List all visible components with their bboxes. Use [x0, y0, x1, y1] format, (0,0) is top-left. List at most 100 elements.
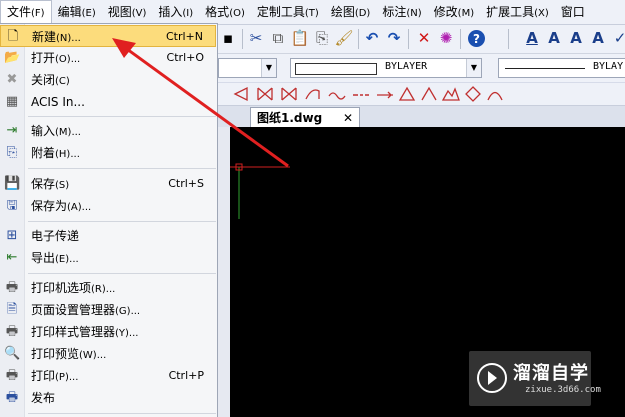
- standard-toolbar: ▪ ✂ ⧉ 📋 ⎘ 🖌 ↶ ↷ ✕ ✺ ? A A A A ✓: [218, 25, 625, 54]
- toolbar-separator: [358, 29, 359, 49]
- canvas-left-strip: [218, 127, 230, 417]
- linetype-value: BYLAYER: [385, 61, 428, 72]
- menu-modify[interactable]: 修改(M): [428, 1, 480, 23]
- lineweight-combo[interactable]: BYLAY: [498, 58, 625, 78]
- menu-item-open[interactable]: 📂 打开(O)... Ctrl+O: [0, 47, 216, 69]
- publish-icon: 🖶: [5, 390, 19, 405]
- properties-toolbar: ▼ BYLAYER ▼ BYLAY: [218, 54, 625, 82]
- text-icon[interactable]: A: [544, 28, 564, 48]
- file-menu-dropdown: 🗋 新建(N)... Ctrl+N 📂 打开(O)... Ctrl+O ✖ 关闭…: [0, 23, 218, 417]
- bowtie-icon[interactable]: [280, 85, 298, 103]
- find-text-icon[interactable]: A: [588, 28, 608, 48]
- import-icon: ⇥: [6, 123, 18, 138]
- chevron-down-icon: ▼: [466, 59, 481, 77]
- shortcut-label: Ctrl+O: [166, 51, 204, 64]
- menu-window[interactable]: 窗口: [555, 1, 591, 23]
- diamond-icon[interactable]: [464, 85, 482, 103]
- toolbar-separator: [460, 29, 461, 49]
- curve-icon[interactable]: [304, 85, 322, 103]
- menu-item-print-preview[interactable]: 🔍 打印预览(W)...: [0, 343, 216, 365]
- wave-icon[interactable]: [328, 85, 346, 103]
- menu-item-save-as[interactable]: 🖫 保存为(A)...: [0, 195, 216, 217]
- polygon-icon[interactable]: [232, 85, 250, 103]
- bowtie-icon[interactable]: [256, 85, 274, 103]
- export-icon: ⇤: [6, 250, 18, 265]
- text-style-icon[interactable]: A: [522, 28, 542, 48]
- delete-icon[interactable]: ✕: [414, 28, 434, 48]
- menu-separator: [28, 413, 216, 414]
- menu-item-printer-options[interactable]: 🖶 打印机选项(R)...: [0, 277, 216, 299]
- document-tab-strip: 图纸1.dwg ✕: [218, 106, 625, 127]
- menu-item-close[interactable]: ✖ 关闭(C): [0, 69, 216, 91]
- acis-icon: ▦: [5, 94, 19, 109]
- menu-item-export[interactable]: ⇤ 导出(E)...: [0, 247, 216, 269]
- help-icon[interactable]: ?: [468, 30, 485, 47]
- document-tab[interactable]: 图纸1.dwg ✕: [250, 107, 360, 127]
- menu-item-etransmit[interactable]: ⊞ 电子传递: [0, 225, 216, 247]
- menu-item-import[interactable]: ⇥ 输入(M)...: [0, 120, 216, 142]
- menu-separator: [28, 168, 216, 169]
- dashed-line-icon[interactable]: [352, 85, 370, 103]
- menu-separator: [28, 116, 216, 117]
- menu-item-publish[interactable]: 🖶 发布: [0, 387, 216, 409]
- menu-item-attach[interactable]: ⎘ 附着(H)...: [0, 142, 216, 164]
- erase-icon[interactable]: ✺: [436, 28, 456, 48]
- open-folder-icon: 📂: [4, 50, 21, 65]
- print-preview-icon: 🔍: [4, 346, 21, 361]
- toolbar-separator: [508, 29, 509, 49]
- attach-icon: ⎘: [6, 145, 18, 160]
- color-combo[interactable]: ▼: [218, 58, 277, 78]
- menu-draw[interactable]: 绘图(D): [325, 1, 377, 23]
- edit-text-icon[interactable]: A: [566, 28, 586, 48]
- menu-extension-tools[interactable]: 扩展工具(X): [480, 1, 555, 23]
- menu-separator: [28, 221, 216, 222]
- copy-icon[interactable]: ⧉: [268, 28, 288, 48]
- new-file-icon: 🗋: [7, 29, 19, 44]
- peak-icon[interactable]: [420, 85, 438, 103]
- plot-style-icon: 🖶: [5, 324, 19, 339]
- menu-separator: [28, 273, 216, 274]
- paste-icon[interactable]: 📋: [290, 28, 310, 48]
- menu-view[interactable]: 视图(V): [102, 1, 153, 23]
- menu-item-print[interactable]: 🖶 打印(P)... Ctrl+P: [0, 365, 216, 387]
- match-properties-icon[interactable]: 🖌: [334, 28, 354, 48]
- menu-insert[interactable]: 插入(I): [152, 1, 199, 23]
- cut-icon[interactable]: ✂: [246, 28, 266, 48]
- document-tab-label: 图纸1.dwg: [257, 111, 323, 125]
- menu-item-new[interactable]: 🗋 新建(N)... Ctrl+N: [0, 25, 216, 47]
- menu-item-acis-in[interactable]: ▦ ACIS In...: [0, 91, 216, 113]
- shortcut-label: Ctrl+P: [168, 369, 204, 382]
- shortcut-label: Ctrl+S: [168, 177, 204, 190]
- watermark-url: zixue.3d66.com: [525, 385, 601, 395]
- page-setup-icon: 🗎: [6, 302, 18, 317]
- linetype-combo[interactable]: BYLAYER ▼: [290, 58, 482, 78]
- triangle-icon[interactable]: [398, 85, 416, 103]
- save-icon: 💾: [4, 176, 21, 191]
- menu-file[interactable]: 文件(F): [0, 0, 52, 24]
- shortcut-label: Ctrl+N: [165, 30, 203, 43]
- spell-check-icon[interactable]: ✓: [610, 28, 625, 48]
- paste-special-icon[interactable]: ⎘: [312, 28, 332, 48]
- menu-item-save[interactable]: 💾 保存(S) Ctrl+S: [0, 173, 216, 195]
- redo-icon[interactable]: ↷: [384, 28, 404, 48]
- line-arrow-icon[interactable]: [376, 85, 394, 103]
- menu-edit[interactable]: 编辑(E): [52, 1, 102, 23]
- watermark-title: 溜溜自学: [513, 363, 589, 384]
- draw-toolbar: [218, 83, 625, 106]
- menu-item-page-setup[interactable]: 🗎 页面设置管理器(G)...: [0, 299, 216, 321]
- menu-bar: 文件(F) 编辑(E) 视图(V) 插入(I) 格式(O) 定制工具(T) 绘图…: [0, 0, 625, 25]
- arc-icon[interactable]: [486, 85, 504, 103]
- print-icon: 🖶: [5, 368, 19, 383]
- menu-item-plot-style[interactable]: 🖶 打印样式管理器(Y)...: [0, 321, 216, 343]
- linetype-swatch: [295, 63, 377, 75]
- menu-format[interactable]: 格式(O): [199, 1, 251, 23]
- close-tab-icon[interactable]: ✕: [343, 108, 353, 128]
- lineweight-swatch: [505, 68, 585, 69]
- undo-icon[interactable]: ↶: [362, 28, 382, 48]
- toolbar-separator: [242, 29, 243, 49]
- menu-custom-tools[interactable]: 定制工具(T): [251, 1, 325, 23]
- toolbar-separator: [408, 29, 409, 49]
- save-icon[interactable]: ▪: [218, 28, 238, 48]
- menu-dimension[interactable]: 标注(N): [376, 1, 427, 23]
- mountain-icon[interactable]: [442, 85, 460, 103]
